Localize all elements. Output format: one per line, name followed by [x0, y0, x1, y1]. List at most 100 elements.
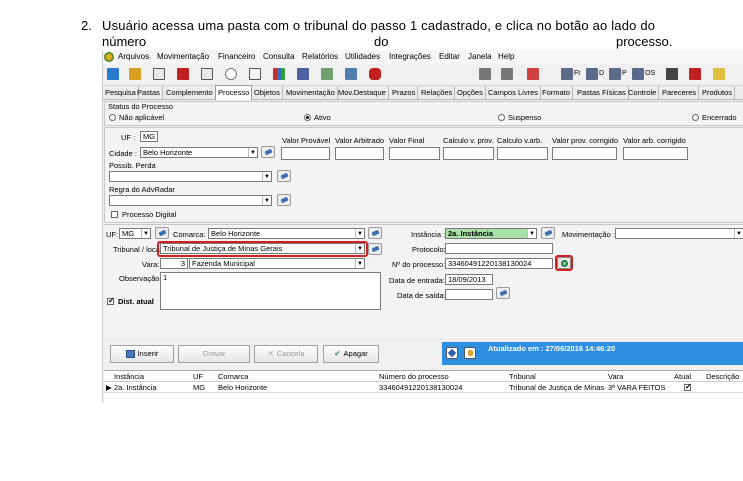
tab-processo[interactable]: Processo	[215, 85, 253, 100]
instancia-select[interactable]: 2a. Instância ▼	[445, 228, 537, 239]
grid-col-instancia[interactable]: Instância	[114, 372, 144, 381]
car-icon[interactable]	[369, 68, 381, 80]
tab-opcoes[interactable]: Opções	[455, 86, 486, 100]
p-icon[interactable]	[609, 68, 621, 80]
people-icon[interactable]	[129, 68, 141, 80]
tab-movimentacao[interactable]: Movimentação	[284, 86, 338, 100]
dist-atual-checkbox[interactable]	[107, 296, 115, 305]
tab-controle[interactable]: Controle	[626, 86, 660, 100]
grid-col-tribunal[interactable]: Tribunal	[509, 372, 536, 381]
tab-pesquisa[interactable]: Pesquisa	[103, 86, 139, 100]
grid-col-vara[interactable]: Vara	[608, 372, 623, 381]
tab-prazos[interactable]: Prazos	[390, 86, 419, 100]
person-run-icon[interactable]	[107, 68, 119, 80]
valor-final-field[interactable]	[389, 147, 440, 160]
menu-movimentacao[interactable]: Movimentação	[157, 50, 209, 64]
valor-provavel-field[interactable]	[281, 147, 330, 160]
chevron-down-icon[interactable]: ▼	[355, 259, 364, 268]
comarca-clear-icon[interactable]	[368, 227, 382, 239]
ft-icon[interactable]	[561, 68, 573, 80]
grid-col-numero[interactable]: Número do processo	[379, 372, 449, 381]
chevron-down-icon[interactable]: ▼	[355, 229, 364, 238]
calculo-v-arb-field[interactable]	[497, 147, 548, 160]
instance-uf-select[interactable]: MG ▼	[119, 228, 151, 239]
diamond-nav-icon[interactable]	[446, 347, 458, 359]
cidade-select[interactable]: Belo Horizonte ▼	[140, 147, 258, 158]
chevron-down-icon[interactable]: ▼	[262, 172, 271, 181]
cancela-button[interactable]: ✕ Cancela	[254, 345, 318, 363]
valor-arbitrado-field[interactable]	[335, 147, 384, 160]
tab-complemento[interactable]: Complemento	[164, 86, 216, 100]
calculo-v-prov-field[interactable]	[443, 147, 494, 160]
status-suspenso-radio[interactable]	[498, 114, 505, 121]
menu-editar[interactable]: Editar	[439, 50, 460, 64]
nprocesso-search-icon[interactable]	[557, 257, 571, 269]
data-saida-calendar-icon[interactable]	[496, 287, 510, 299]
menu-relatorios[interactable]: Relatórios	[302, 50, 338, 64]
tab-pastas-fisicas[interactable]: Pastas Físicas	[575, 86, 629, 100]
comarca-select[interactable]: Belo Horizonte ▼	[208, 228, 365, 239]
tools-icon[interactable]	[666, 68, 678, 80]
chevron-down-icon[interactable]: ▼	[141, 229, 150, 238]
grid-col-descricao[interactable]: Descrição	[706, 372, 739, 381]
chevron-down-icon[interactable]: ▼	[734, 229, 743, 238]
flag-icon[interactable]	[689, 68, 701, 80]
movimentacao-select[interactable]: ▼	[615, 228, 743, 239]
status-ativo-radio[interactable]	[304, 114, 311, 121]
uf-field[interactable]: MG	[140, 131, 158, 142]
tab-formato[interactable]: Formato	[540, 86, 573, 100]
protocolo-field[interactable]	[445, 243, 553, 254]
cell-atual-checkbox[interactable]	[684, 382, 692, 391]
apagar-button[interactable]: ✔ Apagar	[323, 345, 379, 363]
menu-utilidades[interactable]: Utilidades	[345, 50, 380, 64]
cidade-clear-icon[interactable]	[261, 146, 275, 158]
tab-pareceres[interactable]: Pareceres	[660, 86, 700, 100]
chart-bars-icon[interactable]	[273, 68, 285, 80]
status-encerrado-radio[interactable]	[692, 114, 699, 121]
gravar-button[interactable]: Gravar	[178, 345, 250, 363]
print-icon[interactable]	[479, 68, 491, 80]
os-icon[interactable]	[632, 68, 644, 80]
menu-janela[interactable]: Janela	[468, 50, 492, 64]
grid-col-uf[interactable]: UF	[193, 372, 203, 381]
card-icon[interactable]	[321, 68, 333, 80]
data-entrada-field[interactable]: 18/09/2013	[445, 274, 493, 285]
processo-digital-checkbox[interactable]	[111, 211, 118, 218]
table-row[interactable]: ▶ 2a. Instância MG Belo Horizonte 334604…	[104, 382, 743, 393]
data-saida-field[interactable]	[445, 289, 493, 300]
grid-col-comarca[interactable]: Comarca	[218, 372, 248, 381]
tab-produtos[interactable]: Produtos	[700, 86, 736, 100]
valor-arb-corrigido-field[interactable]	[623, 147, 688, 160]
status-nao-aplicavel-radio[interactable]	[109, 114, 116, 121]
red-book-icon[interactable]	[177, 68, 189, 80]
tab-campos-livres[interactable]: Campos Livres	[486, 86, 542, 100]
tab-relacoes[interactable]: Relações	[419, 86, 456, 100]
hand-pointer-icon[interactable]	[464, 347, 476, 359]
possib-perda-select[interactable]: ▼	[109, 171, 272, 182]
menu-financeiro[interactable]: Financeiro	[218, 50, 255, 64]
page-icon[interactable]	[201, 68, 213, 80]
inserir-button[interactable]: Inserir	[110, 345, 174, 363]
observacao-textarea[interactable]: 1	[160, 272, 381, 310]
file-icon[interactable]	[249, 68, 261, 80]
vara-number-field[interactable]: 3	[160, 258, 188, 269]
d-icon[interactable]	[586, 68, 598, 80]
menu-help[interactable]: Help	[498, 50, 514, 64]
menu-arquivos[interactable]: Arquivos	[118, 50, 149, 64]
monitor-icon[interactable]	[345, 68, 357, 80]
regra-advradar-select[interactable]: ▼	[109, 195, 272, 206]
vara-select[interactable]: Fazenda Municipal ▼	[189, 258, 365, 269]
tribunal-clear-icon[interactable]	[368, 243, 382, 255]
grid-col-atual[interactable]: Atual	[674, 372, 691, 381]
possib-perda-clear-icon[interactable]	[277, 170, 291, 182]
exit-icon[interactable]	[527, 68, 539, 80]
tab-objetos[interactable]: Objetos	[252, 86, 283, 100]
print-dropdown-icon[interactable]	[501, 68, 513, 80]
instancia-clear-icon[interactable]	[541, 227, 555, 239]
clock-icon[interactable]	[225, 68, 237, 80]
valor-prov-corrigido-field[interactable]	[552, 147, 617, 160]
notes-icon[interactable]	[713, 68, 725, 80]
instance-uf-clear-icon[interactable]	[155, 227, 169, 239]
menu-consulta[interactable]: Consulta	[263, 50, 295, 64]
chevron-down-icon[interactable]: ▼	[248, 148, 257, 157]
